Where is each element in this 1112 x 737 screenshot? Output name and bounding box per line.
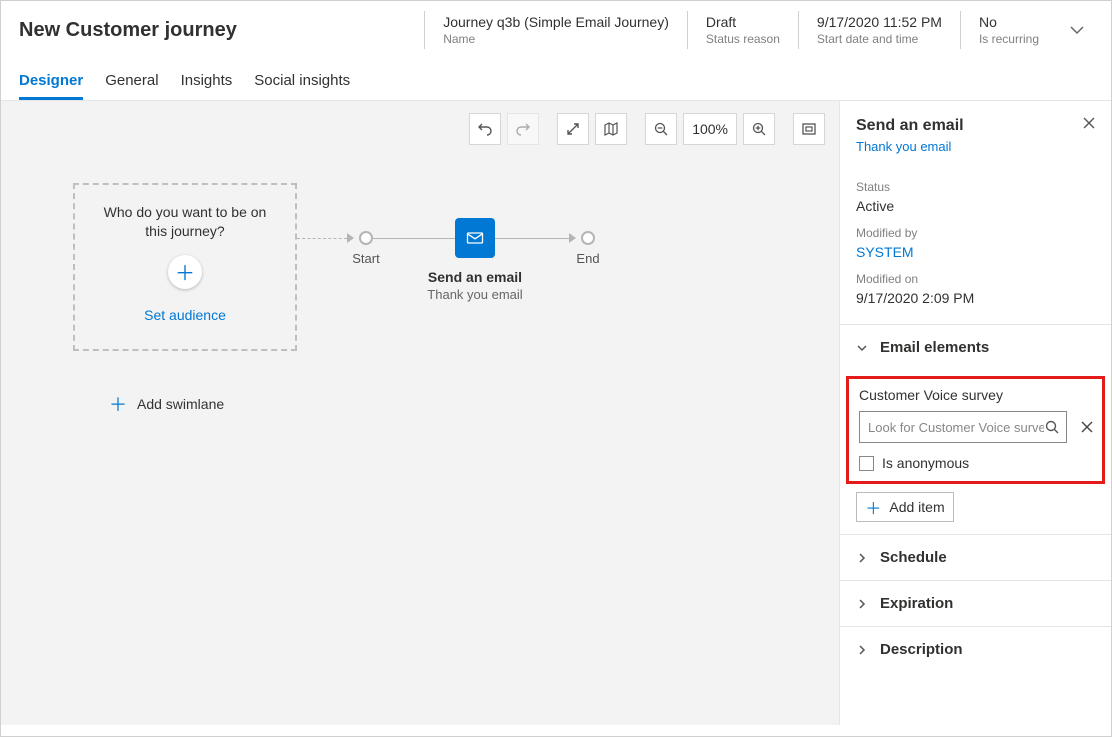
email-caption: Send an email Thank you email bbox=[395, 269, 555, 302]
panel-title: Send an email bbox=[856, 117, 1083, 135]
close-icon bbox=[1081, 421, 1093, 433]
header-start-value: 9/17/2020 11:52 PM bbox=[817, 14, 942, 30]
plus-icon: ＋ bbox=[109, 391, 127, 417]
panel-subtitle-link[interactable]: Thank you email bbox=[840, 135, 1111, 168]
email-icon bbox=[465, 228, 485, 248]
tab-social-insights[interactable]: Social insights bbox=[254, 72, 350, 100]
connector-email-end bbox=[495, 238, 569, 239]
arrow-audience-start bbox=[347, 233, 354, 243]
header-recurring-label: Is recurring bbox=[979, 32, 1039, 46]
chevron-down-icon bbox=[1069, 22, 1085, 38]
expiration-label: Expiration bbox=[880, 595, 953, 612]
section-expiration[interactable]: Expiration bbox=[840, 580, 1111, 626]
header-recurring-value: No bbox=[979, 14, 1039, 30]
is-anonymous-row: Is anonymous bbox=[859, 455, 1092, 471]
header-field-status[interactable]: Draft Status reason bbox=[687, 11, 798, 49]
tab-designer[interactable]: Designer bbox=[19, 72, 83, 100]
close-icon bbox=[1083, 117, 1095, 129]
start-node[interactable] bbox=[359, 231, 373, 245]
is-anonymous-label: Is anonymous bbox=[882, 455, 969, 471]
header-expand-chevron[interactable] bbox=[1057, 22, 1093, 38]
chevron-right-icon bbox=[856, 552, 868, 564]
add-swimlane-button[interactable]: ＋ Add swimlane bbox=[109, 391, 224, 417]
modifiedby-value[interactable]: SYSTEM bbox=[856, 244, 1095, 260]
add-audience-button[interactable]: ＋ bbox=[168, 255, 202, 289]
email-elements-label: Email elements bbox=[880, 339, 989, 356]
tab-general[interactable]: General bbox=[105, 72, 158, 100]
survey-search-input[interactable] bbox=[868, 420, 1044, 435]
modifiedon-label: Modified on bbox=[856, 272, 1095, 286]
header-status-value: Draft bbox=[706, 14, 780, 30]
arrow-email-end bbox=[569, 233, 576, 243]
flow-canvas: Who do you want to be on this journey? ＋… bbox=[1, 101, 839, 725]
set-audience-link[interactable]: Set audience bbox=[144, 307, 226, 323]
connector-start-email bbox=[373, 238, 455, 239]
panel-meta: Status Active Modified by SYSTEM Modifie… bbox=[840, 168, 1111, 306]
audience-placeholder[interactable]: Who do you want to be on this journey? ＋… bbox=[73, 183, 297, 351]
connector-audience-start bbox=[297, 238, 347, 239]
tab-bar: Designer General Insights Social insight… bbox=[1, 58, 1111, 100]
add-item-button[interactable]: ＋ Add item bbox=[856, 492, 954, 522]
plus-icon: ＋ bbox=[865, 495, 881, 519]
panel-close-button[interactable] bbox=[1083, 117, 1095, 129]
chevron-down-icon bbox=[856, 342, 868, 354]
header-name-value: Journey q3b (Simple Email Journey) bbox=[443, 14, 669, 30]
add-item-label: Add item bbox=[889, 499, 944, 515]
is-anonymous-checkbox[interactable] bbox=[859, 456, 874, 471]
header-field-recurring[interactable]: No Is recurring bbox=[960, 11, 1057, 49]
chevron-right-icon bbox=[856, 644, 868, 656]
status-label: Status bbox=[856, 180, 1095, 194]
description-label: Description bbox=[880, 641, 963, 658]
survey-lookup[interactable] bbox=[859, 411, 1067, 443]
end-node[interactable] bbox=[581, 231, 595, 245]
audience-question: Who do you want to be on this journey? bbox=[95, 203, 275, 241]
modifiedby-label: Modified by bbox=[856, 226, 1095, 240]
header-status-label: Status reason bbox=[706, 32, 780, 46]
search-icon[interactable] bbox=[1044, 419, 1060, 435]
header-name-label: Name bbox=[443, 32, 669, 46]
start-label: Start bbox=[336, 251, 396, 266]
section-email-elements[interactable]: Email elements bbox=[840, 325, 1111, 370]
status-value: Active bbox=[856, 198, 1095, 214]
customer-voice-survey-block: Customer Voice survey Is anonymous bbox=[846, 376, 1105, 484]
end-label: End bbox=[558, 251, 618, 266]
main-layout: 100% Who do you want to be on this journ… bbox=[1, 100, 1111, 725]
add-swimlane-label: Add swimlane bbox=[137, 396, 224, 412]
properties-panel: Send an email Thank you email Status Act… bbox=[839, 101, 1111, 725]
designer-canvas[interactable]: 100% Who do you want to be on this journ… bbox=[1, 101, 839, 725]
tab-insights[interactable]: Insights bbox=[181, 72, 233, 100]
survey-label: Customer Voice survey bbox=[859, 387, 1092, 403]
survey-remove-button[interactable] bbox=[1081, 421, 1093, 433]
panel-header: Send an email bbox=[840, 101, 1111, 135]
header-field-start[interactable]: 9/17/2020 11:52 PM Start date and time bbox=[798, 11, 960, 49]
chevron-right-icon bbox=[856, 598, 868, 610]
email-tile-subtitle: Thank you email bbox=[395, 287, 555, 302]
section-description[interactable]: Description bbox=[840, 626, 1111, 672]
email-tile[interactable] bbox=[455, 218, 495, 258]
section-schedule[interactable]: Schedule bbox=[840, 534, 1111, 580]
page-header: New Customer journey Journey q3b (Simple… bbox=[1, 1, 1111, 58]
header-start-label: Start date and time bbox=[817, 32, 942, 46]
modifiedon-value: 9/17/2020 2:09 PM bbox=[856, 290, 1095, 306]
page-title: New Customer journey bbox=[19, 19, 424, 42]
header-field-name[interactable]: Journey q3b (Simple Email Journey) Name bbox=[424, 11, 687, 49]
header-fields: Journey q3b (Simple Email Journey) Name … bbox=[424, 11, 1057, 49]
email-tile-title: Send an email bbox=[395, 269, 555, 285]
schedule-label: Schedule bbox=[880, 549, 947, 566]
